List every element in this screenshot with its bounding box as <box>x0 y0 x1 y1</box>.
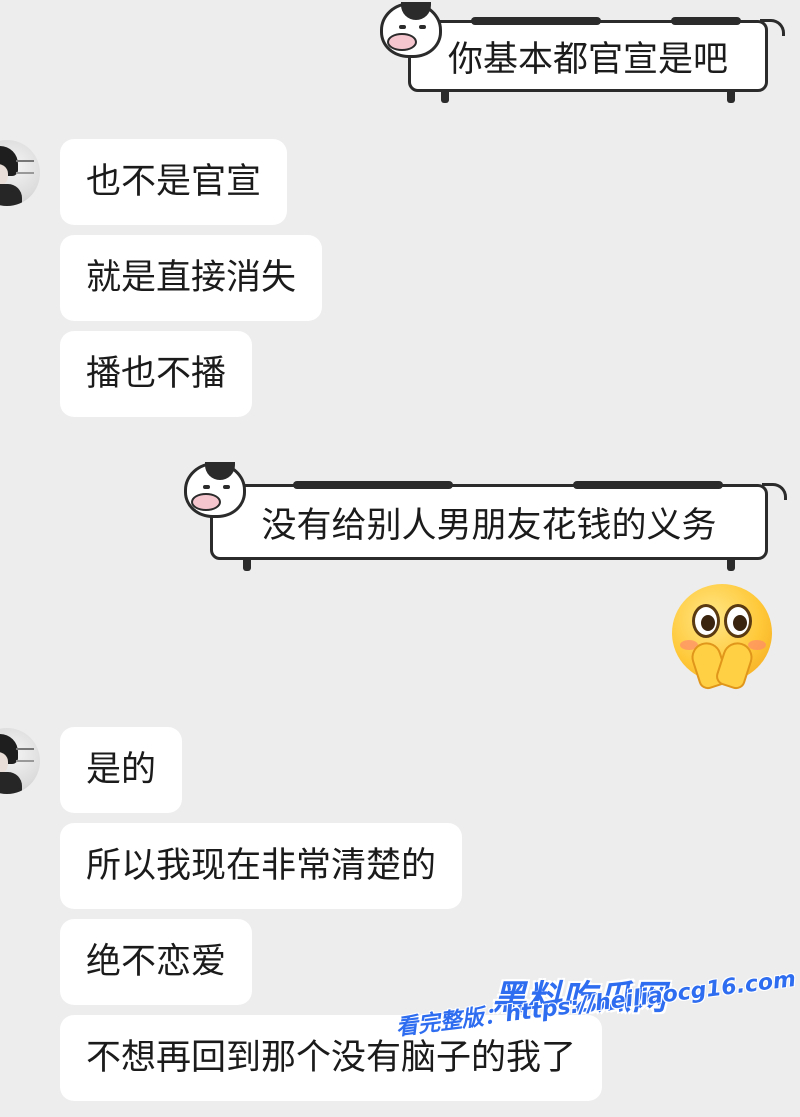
message-text: 没有给别人男朋友花钱的义务 <box>261 505 717 546</box>
cow-pattern <box>293 481 453 489</box>
cow-leg <box>243 559 251 571</box>
message-text: 你基本都官宣是吧 <box>447 39 728 80</box>
message-text: 也不是官宣 <box>86 161 262 202</box>
received-message-bubble[interactable]: 就是直接消失 <box>60 235 323 321</box>
cow-head-icon <box>184 462 246 518</box>
received-message-bubble[interactable]: 绝不恋爱 <box>60 919 253 1005</box>
pleading-face-emoji[interactable] <box>668 584 776 692</box>
sent-message-bubble[interactable]: 没有给别人男朋友花钱的义务 <box>210 481 787 571</box>
avatar[interactable] <box>0 140 40 206</box>
received-message-bubble[interactable]: 所以我现在非常清楚的 <box>60 823 463 909</box>
message-text: 不想再回到那个没有脑子的我了 <box>86 1037 577 1078</box>
cow-pattern <box>671 17 741 25</box>
cow-tail <box>760 19 785 36</box>
message-text: 播也不播 <box>86 353 227 394</box>
cow-leg <box>727 91 735 103</box>
cow-pattern <box>573 481 723 489</box>
message-text: 绝不恋爱 <box>86 941 227 982</box>
cow-leg <box>727 559 735 571</box>
received-message-bubble[interactable]: 也不是官宣 <box>60 139 288 225</box>
cow-tail <box>762 483 787 500</box>
received-message-bubble[interactable]: 播也不播 <box>60 331 253 417</box>
message-text: 所以我现在非常清楚的 <box>86 845 437 886</box>
message-text: 就是直接消失 <box>86 257 297 298</box>
cow-head-icon <box>380 2 442 58</box>
received-message-bubble[interactable]: 不想再回到那个没有脑子的我了 <box>60 1015 603 1101</box>
chat-area: 你基本都官宣是吧 也不是官宣 就是直接消失 播也不播 没有给别人男朋友花钱的义务 <box>0 0 800 1117</box>
cow-pattern <box>471 17 601 25</box>
cow-leg <box>441 91 449 103</box>
sent-message-bubble[interactable]: 你基本都官宣是吧 <box>408 17 785 103</box>
received-message-bubble[interactable]: 是的 <box>60 727 183 813</box>
avatar[interactable] <box>0 728 40 794</box>
message-text: 是的 <box>86 749 157 790</box>
